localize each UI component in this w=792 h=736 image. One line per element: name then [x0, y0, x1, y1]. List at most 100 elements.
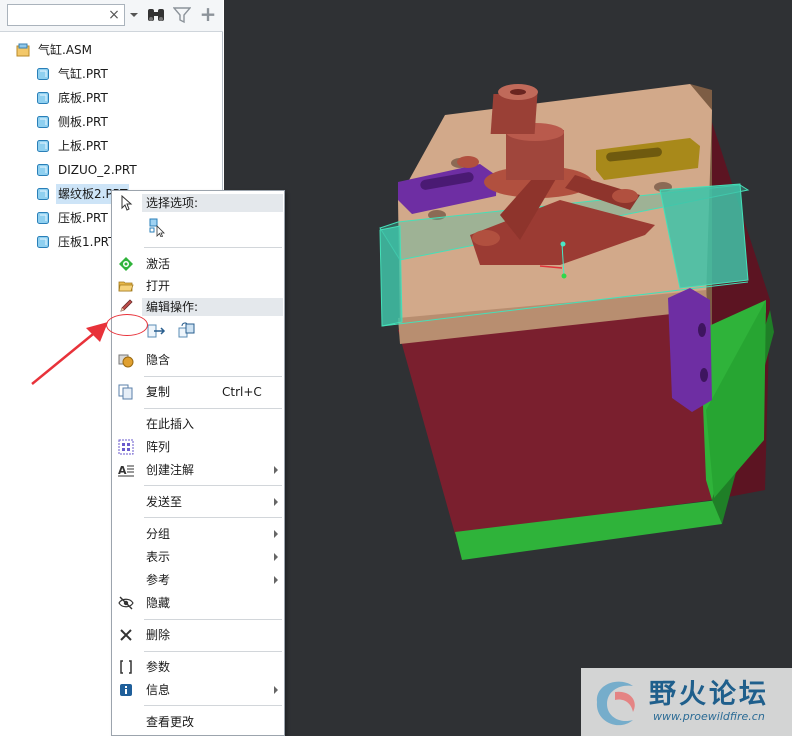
menu-item-info[interactable]: 信息: [112, 679, 284, 701]
cylinder-lug: [612, 189, 638, 203]
menu-item-pattern[interactable]: 阵列: [112, 436, 284, 458]
menu-separator: [144, 408, 282, 409]
menu-item-reference[interactable]: 参考: [112, 569, 284, 591]
reroute-icon[interactable]: [176, 321, 198, 341]
assembly-icon: [16, 43, 30, 57]
menu-item-represent[interactable]: 表示: [112, 546, 284, 568]
cursor-arrow-icon: [121, 195, 133, 211]
tree-item-label: 气缸.PRT: [58, 67, 108, 81]
menu-item-label: 打开: [146, 279, 171, 293]
select-from-list-icon[interactable]: [148, 217, 168, 237]
add-icon[interactable]: +: [199, 4, 217, 24]
clamp-side-hole: [698, 323, 706, 337]
cylinder-neck: [490, 94, 538, 134]
menu-item-copy[interactable]: 复制 Ctrl+C: [112, 381, 284, 403]
menu-separator: [144, 705, 282, 706]
clamp-block-side: [668, 288, 712, 412]
menu-item-label: 隐藏: [146, 596, 171, 610]
menu-item-group[interactable]: 分组: [112, 523, 284, 545]
menu-section-label: 选择选项:: [146, 196, 199, 210]
part-icon: [37, 68, 49, 80]
watermark: 野火论坛 www.proewildfire.cn: [581, 668, 792, 736]
part-icon: [37, 188, 49, 200]
menu-item-insert-here[interactable]: 在此插入: [112, 413, 284, 435]
menu-item-label: 激活: [146, 257, 171, 271]
menu-item-label: 参数: [146, 660, 171, 674]
edit-pencil-icon: [120, 299, 133, 312]
cylinder-bore: [510, 89, 526, 95]
menu-separator: [144, 651, 282, 652]
binoculars-icon[interactable]: [146, 6, 166, 24]
annotation-arrow: [31, 322, 108, 385]
tree-item-label: 压板1.PRT: [58, 235, 116, 249]
menu-item-label: 创建注解: [146, 463, 195, 477]
clamp-side-hole: [700, 368, 708, 382]
menu-separator: [144, 376, 282, 377]
menu-separator: [144, 247, 282, 248]
cylinder-lug: [457, 156, 479, 168]
menu-separator: [144, 619, 282, 620]
menu-item-send-to[interactable]: 发送至: [112, 491, 284, 513]
menu-item-label: 删除: [146, 628, 171, 642]
submenu-arrow-icon: [274, 498, 278, 506]
menu-item-activate[interactable]: 激活: [112, 253, 284, 275]
menu-item-label: 查看更改: [146, 715, 195, 729]
menu-item-label: 参考: [146, 573, 171, 587]
tree-item-label: 底板.PRT: [58, 91, 108, 105]
menu-item-label: 表示: [146, 550, 171, 564]
menu-item-label: 在此插入: [146, 417, 195, 431]
datum-point: [561, 273, 567, 279]
svg-text:A: A: [118, 464, 127, 477]
menu-separator: [144, 517, 282, 518]
copy-icon: [118, 384, 133, 400]
info-icon: [120, 684, 132, 696]
submenu-arrow-icon: [274, 530, 278, 538]
menu-item-shortcut: Ctrl+C: [222, 385, 262, 399]
activate-icon: [119, 257, 133, 271]
menu-item-view-changes[interactable]: 查看更改: [112, 711, 284, 733]
menu-section-label: 编辑操作:: [146, 300, 199, 314]
tree-item-label: 压板.PRT: [58, 211, 108, 225]
part-icon: [37, 164, 49, 176]
menu-section-edit-ops: 编辑操作:: [142, 298, 283, 316]
threaded-plate-left: [379, 225, 403, 327]
menu-item-create-annotation[interactable]: A 创建注解: [112, 459, 284, 481]
folder-open-icon: [118, 281, 134, 292]
menu-item-label: 阵列: [146, 440, 171, 454]
redefine-icon[interactable]: [146, 321, 168, 341]
menu-item-parameters[interactable]: 参数: [112, 656, 284, 678]
submenu-arrow-icon: [274, 576, 278, 584]
tree-item-label: 气缸.ASM: [38, 43, 92, 57]
menu-separator: [144, 485, 282, 486]
chevron-down-icon[interactable]: [129, 10, 139, 20]
delete-icon: [120, 629, 132, 641]
assembly-model[interactable]: [224, 0, 792, 736]
search-input[interactable]: [10, 6, 106, 24]
graphics-viewport[interactable]: 野火论坛 www.proewildfire.cn: [224, 0, 792, 736]
menu-item-label: 信息: [146, 683, 171, 697]
part-icon: [37, 116, 49, 128]
clear-icon[interactable]: ×: [107, 6, 121, 24]
menu-item-hide[interactable]: 隐藏: [112, 592, 284, 614]
menu-item-label: 发送至: [146, 495, 183, 509]
submenu-arrow-icon: [274, 686, 278, 694]
menu-item-delete[interactable]: 删除: [112, 624, 284, 646]
tree-item-label: 侧板.PRT: [58, 115, 108, 129]
menu-item-label: 隐含: [146, 353, 171, 367]
tree-item-label: 上板.PRT: [58, 139, 108, 153]
annotation-icon: A: [118, 464, 134, 477]
parameters-icon: [120, 660, 132, 674]
part-icon: [37, 212, 49, 224]
menu-item-suppress[interactable]: 隐含: [112, 349, 284, 371]
suppress-icon: [118, 354, 134, 368]
datum-point: [560, 241, 566, 247]
filter-icon[interactable]: [173, 6, 191, 24]
search-box[interactable]: ×: [7, 4, 125, 26]
menu-item-open[interactable]: 打开: [112, 275, 284, 297]
eye-hidden-icon: [118, 596, 134, 610]
submenu-arrow-icon: [274, 466, 278, 474]
forum-logo-icon: [596, 681, 635, 726]
menu-item-label: 复制: [146, 385, 171, 399]
context-menu: 选择选项: 激活 打开 编辑操作: 隐含 复制 Ctrl+C 在此插入 阵列 A…: [111, 190, 285, 736]
watermark-url: www.proewildfire.cn: [653, 710, 765, 723]
